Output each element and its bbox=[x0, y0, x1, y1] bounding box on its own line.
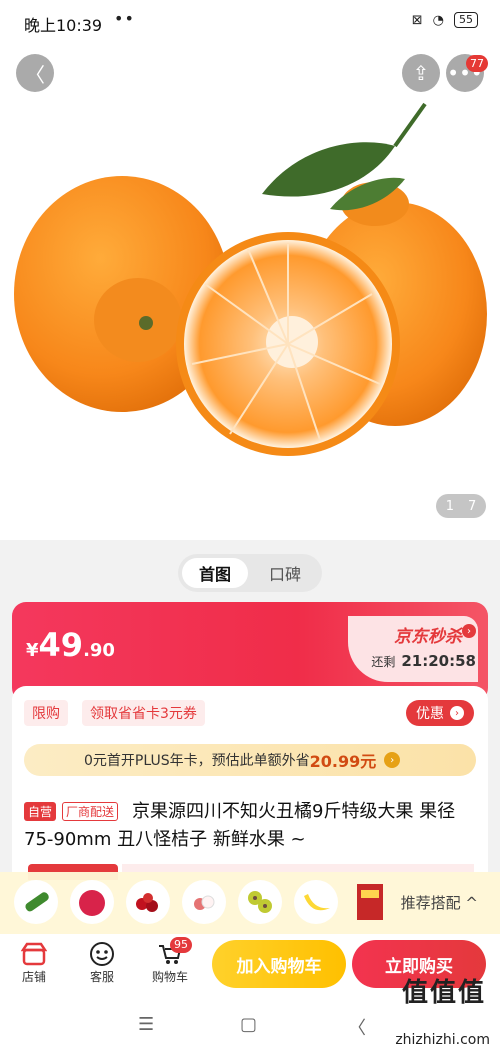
more-badge: 77 bbox=[466, 55, 488, 72]
item-banana-icon[interactable] bbox=[294, 880, 338, 924]
pager-current: 1 bbox=[445, 498, 454, 514]
service-icon bbox=[89, 940, 115, 968]
status-dots: •• bbox=[114, 9, 135, 28]
item-dragonfruit-icon[interactable] bbox=[70, 880, 114, 924]
plus-banner[interactable]: 0元首开PLUS年卡，预估此单额外省 20.99元 › bbox=[24, 744, 476, 776]
item-cherry-icon[interactable] bbox=[126, 880, 170, 924]
recommend-bar[interactable]: 推荐搭配 ^ bbox=[0, 872, 500, 934]
limit-tag: 限购 bbox=[24, 700, 68, 726]
item-lychee-icon[interactable] bbox=[182, 880, 226, 924]
store-label: 店铺 bbox=[21, 970, 46, 984]
item-kiwi-icon[interactable] bbox=[238, 880, 282, 924]
add-to-cart-button[interactable]: 加入购物车 bbox=[212, 940, 346, 988]
discount-label: 优惠 bbox=[416, 706, 444, 722]
back-nav-icon[interactable]: 〈 bbox=[348, 1014, 366, 1040]
image-tabs: 首图 口碑 bbox=[178, 554, 322, 592]
product-info-card: 限购 领取省省卡3元券 优惠 › 0元首开PLUS年卡，预估此单额外省 20.99元… bbox=[12, 686, 488, 886]
back-button[interactable]: 〈 bbox=[16, 54, 54, 92]
cherry-icon bbox=[136, 893, 158, 912]
discount-button[interactable]: 优惠 › bbox=[406, 700, 474, 726]
price-integer: 49 bbox=[38, 626, 84, 664]
orange-photo bbox=[14, 102, 487, 456]
tab-main-image[interactable]: 首图 bbox=[182, 558, 248, 588]
chevron-left-icon: 〈 bbox=[25, 62, 45, 87]
mute-icon: ⊠ bbox=[411, 12, 423, 28]
service-label: 客服 bbox=[89, 970, 114, 984]
flash-sale-countdown: 还剩 21:20:58 bbox=[371, 652, 476, 670]
dragonfruit-icon bbox=[79, 890, 105, 916]
menu-icon[interactable]: ☰ bbox=[138, 1014, 154, 1035]
chevron-right-icon: › bbox=[450, 706, 464, 720]
store-icon bbox=[21, 940, 47, 968]
flash-sale-title: 京东秒杀 bbox=[394, 627, 462, 647]
remaining-label: 还剩 bbox=[371, 655, 396, 669]
chevron-right-icon: › bbox=[384, 752, 401, 768]
cart-label: 购物车 bbox=[151, 970, 188, 984]
tab-reviews[interactable]: 口碑 bbox=[252, 558, 318, 588]
cart-badge: 95 bbox=[170, 937, 192, 953]
price-currency: ¥ bbox=[26, 640, 39, 661]
pager-total: 7 bbox=[468, 498, 477, 514]
banana-icon bbox=[304, 894, 330, 911]
flash-sale-panel[interactable]: 京东秒杀 › 还剩 21:20:58 bbox=[348, 616, 478, 682]
status-time: 晚上10:39 bbox=[24, 16, 103, 35]
product-image[interactable]: 〈 ⇪ ••• bbox=[0, 44, 500, 540]
battery-icon: 55 bbox=[454, 12, 478, 28]
countdown-time: 21:20:58 bbox=[401, 652, 476, 670]
item-cucumber-icon[interactable] bbox=[14, 880, 58, 924]
home-icon[interactable]: ▢ bbox=[240, 1014, 257, 1035]
item-giftbox-icon[interactable] bbox=[348, 880, 392, 924]
chevron-right-icon: › bbox=[462, 624, 476, 638]
store-button[interactable]: 店铺 bbox=[12, 940, 56, 985]
gallery-pager: 1 7 bbox=[436, 494, 486, 518]
watermark-logo: 值值值 bbox=[401, 978, 486, 1008]
product-title: 京果源四川不知火丑橘9斤特级大果 果径75-90mm 丑八怪桔子 新鲜水果 ~ bbox=[24, 801, 456, 850]
share-button[interactable]: ⇪ bbox=[402, 54, 440, 92]
plus-amount: 20.99元 bbox=[309, 752, 377, 771]
giftbox-icon bbox=[357, 884, 383, 920]
price-decimal: .90 bbox=[83, 640, 115, 661]
status-icons: ⊠ ◔ 55 bbox=[412, 12, 478, 28]
kiwi-icon bbox=[248, 891, 272, 913]
lychee-icon bbox=[194, 895, 215, 910]
watermark-url: zhizhizhi.com bbox=[395, 1032, 490, 1048]
wifi-icon: ◔ bbox=[432, 12, 444, 28]
recommend-label[interactable]: 推荐搭配 ^ bbox=[401, 892, 478, 913]
status-bar: 晚上10:39 •• ⊠ ◔ 55 bbox=[0, 0, 500, 44]
plus-text: 0元首开PLUS年卡，预估此单额外省 bbox=[84, 753, 310, 769]
coupon-tag[interactable]: 领取省省卡3元券 bbox=[82, 700, 205, 726]
price: ¥49.90 bbox=[26, 626, 115, 664]
service-button[interactable]: 客服 bbox=[80, 940, 124, 985]
share-icon: ⇪ bbox=[412, 61, 430, 85]
cucumber-icon bbox=[25, 892, 49, 912]
